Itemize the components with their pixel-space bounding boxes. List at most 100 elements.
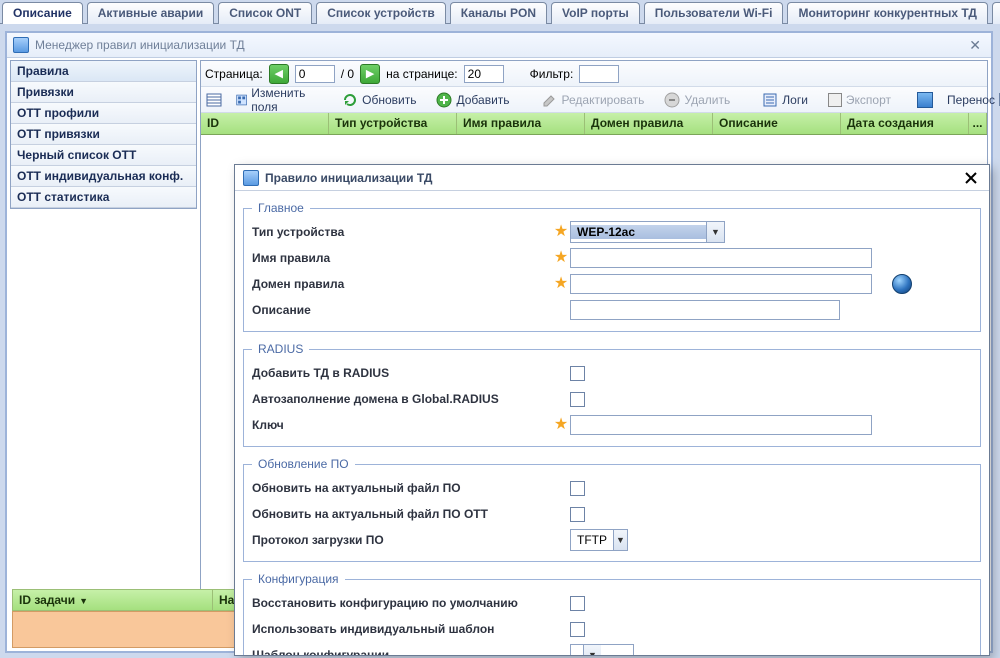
dialog-close-button[interactable] <box>961 168 981 188</box>
required-star-icon: ★ <box>552 250 570 266</box>
rule-domain-label: Домен правила <box>252 277 552 291</box>
dialog-icon <box>243 170 259 186</box>
window-close-button[interactable]: ✕ <box>965 37 985 54</box>
next-page-button[interactable]: ▶ <box>360 64 380 84</box>
perpage-label: на странице: <box>386 67 458 81</box>
fw-proto-value: TFTP <box>571 533 613 547</box>
tab-wifi-users[interactable]: Пользователи Wi-Fi <box>644 2 784 24</box>
col-id[interactable]: ID <box>201 113 329 134</box>
tab-wireless[interactable]: Wireless <box>992 2 1000 24</box>
export-button[interactable]: Экспорт <box>821 89 898 111</box>
columns-icon[interactable] <box>205 90 223 110</box>
sidebar-item-bindings[interactable]: Привязки <box>11 82 196 103</box>
tab-device-list[interactable]: Список устройств <box>316 2 446 24</box>
auto-domain-checkbox[interactable] <box>570 392 585 407</box>
key-input[interactable] <box>570 415 872 435</box>
cfg-restore-checkbox[interactable] <box>570 596 585 611</box>
col-more[interactable]: ... <box>969 113 987 134</box>
export-icon <box>828 93 842 107</box>
description-input[interactable] <box>570 300 840 320</box>
delete-icon <box>664 92 680 108</box>
sidebar-item-ott-individual-conf[interactable]: OTT индивидуальная конф. <box>11 166 196 187</box>
delete-button[interactable]: Удалить <box>657 89 737 111</box>
edit-icon <box>542 92 558 108</box>
fw-update-ott-label: Обновить на актуальный файл ПО OTT <box>252 507 552 521</box>
logs-button[interactable]: Логи <box>755 89 815 111</box>
dialog-title: Правило инициализации ТД <box>265 171 432 185</box>
tab-voip-ports[interactable]: VoIP порты <box>551 2 640 24</box>
change-fields-button[interactable]: Изменить поля <box>229 89 317 111</box>
add-button[interactable]: Добавить <box>429 89 516 111</box>
required-star-icon: ★ <box>552 224 570 240</box>
app-icon <box>13 37 29 53</box>
rule-name-input[interactable] <box>570 248 872 268</box>
task-col-id[interactable]: ID задачи▼ <box>13 590 213 610</box>
edit-button[interactable]: Редактировать <box>535 89 652 111</box>
sidebar: Правила Привязки OTT профили OTT привязк… <box>10 60 197 209</box>
add-radius-checkbox[interactable] <box>570 366 585 381</box>
sidebar-item-ott-blacklist[interactable]: Черный список OTT <box>11 145 196 166</box>
device-type-select[interactable]: WEP-12ac ▼ <box>570 221 725 243</box>
tab-pon-channels[interactable]: Каналы PON <box>450 2 547 24</box>
delete-label: Удалить <box>684 93 730 107</box>
globe-icon[interactable] <box>892 274 912 294</box>
logs-label: Логи <box>782 93 808 107</box>
filter-label: Фильтр: <box>530 67 574 81</box>
rule-dialog: Правило инициализации ТД Главное Тип уст… <box>234 164 990 656</box>
col-device-type[interactable]: Тип устройства <box>329 113 457 134</box>
dialog-titlebar: Правило инициализации ТД <box>235 165 989 191</box>
fw-proto-select[interactable]: TFTP ▼ <box>570 529 628 551</box>
sidebar-item-ott-profiles[interactable]: OTT профили <box>11 103 196 124</box>
sort-desc-icon: ▼ <box>79 596 88 606</box>
wrap-toggle[interactable]: Перенос <box>940 89 1000 111</box>
add-icon <box>436 92 452 108</box>
grid-header: ID Тип устройства Имя правила Домен прав… <box>201 113 987 135</box>
cfg-indiv-checkbox[interactable] <box>570 622 585 637</box>
sidebar-item-ott-bindings[interactable]: OTT привязки <box>11 124 196 145</box>
rule-domain-input[interactable] <box>570 274 872 294</box>
device-type-label: Тип устройства <box>252 225 552 239</box>
cfg-restore-label: Восстановить конфигурацию по умолчанию <box>252 596 552 610</box>
tab-active-alarms[interactable]: Активные аварии <box>87 2 214 24</box>
col-description[interactable]: Описание <box>713 113 841 134</box>
tab-description[interactable]: Описание <box>2 2 83 24</box>
add-radius-label: Добавить ТД в RADIUS <box>252 366 552 380</box>
fw-update-ott-checkbox[interactable] <box>570 507 585 522</box>
device-type-dropdown-icon: ▼ <box>706 222 724 242</box>
perpage-input[interactable] <box>464 65 504 83</box>
dialog-body: Главное Тип устройства ★ WEP-12ac ▼ Имя … <box>241 197 983 655</box>
save-icon-button[interactable] <box>916 90 934 110</box>
fw-update-checkbox[interactable] <box>570 481 585 496</box>
description-label: Описание <box>252 303 552 317</box>
device-type-value: WEP-12ac <box>571 225 706 239</box>
add-label: Добавить <box>456 93 509 107</box>
cfg-tpl-dropdown-icon: ▼ <box>583 645 601 655</box>
filter-input[interactable] <box>579 65 619 83</box>
sidebar-item-rules[interactable]: Правила <box>11 61 196 82</box>
auto-domain-label: Автозаполнение домена в Global.RADIUS <box>252 392 552 406</box>
page-input[interactable] <box>295 65 335 83</box>
col-rule-name[interactable]: Имя правила <box>457 113 585 134</box>
key-label: Ключ <box>252 418 552 432</box>
rule-name-label: Имя правила <box>252 251 552 265</box>
required-star-icon: ★ <box>552 276 570 292</box>
prev-page-button[interactable]: ◀ <box>269 64 289 84</box>
refresh-label: Обновить <box>362 93 416 107</box>
window-titlebar: Менеджер правил инициализации ТД ✕ <box>7 33 991 58</box>
pager-bar: Страница: ◀ / 0 ▶ на странице: Фильтр: <box>201 61 987 87</box>
sidebar-item-ott-stats[interactable]: OTT статистика <box>11 187 196 208</box>
wrap-label: Перенос <box>947 93 995 107</box>
top-tabs: Описание Активные аварии Список ONT Спис… <box>0 0 1000 24</box>
fw-proto-dropdown-icon: ▼ <box>613 530 627 550</box>
tab-ont-list[interactable]: Список ONT <box>218 2 312 24</box>
col-rule-domain[interactable]: Домен правила <box>585 113 713 134</box>
cfg-tpl-select[interactable]: ▼ <box>570 644 634 655</box>
tab-competitor-ap-monitor[interactable]: Мониторинг конкурентных ТД <box>787 2 987 24</box>
cfg-tpl-label: Шаблон конфигурации <box>252 648 552 655</box>
fields-icon <box>236 92 247 108</box>
group-config-legend: Конфигурация <box>252 572 345 586</box>
refresh-icon <box>342 92 358 108</box>
refresh-button[interactable]: Обновить <box>335 89 423 111</box>
export-label: Экспорт <box>846 93 891 107</box>
col-created[interactable]: Дата создания <box>841 113 969 134</box>
